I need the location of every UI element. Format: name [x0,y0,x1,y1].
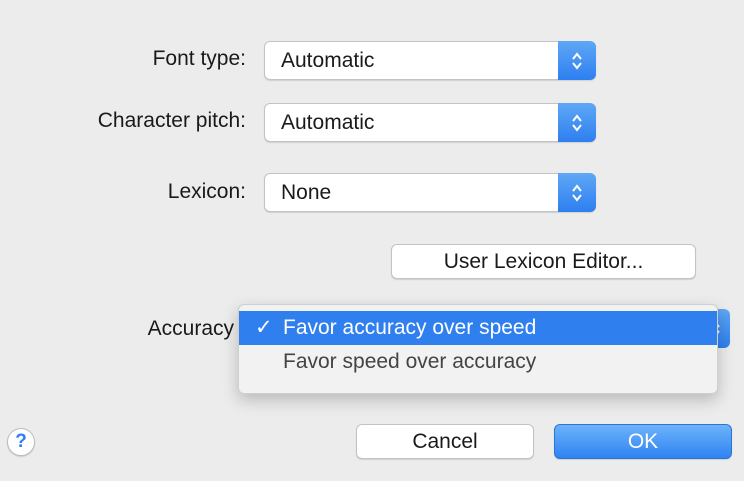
up-down-chevron-icon [558,41,596,80]
ok-button[interactable]: OK [554,424,732,459]
user-lexicon-editor-button[interactable]: User Lexicon Editor... [391,244,696,279]
font-type-popup[interactable]: Automatic [264,41,596,80]
checkmark-icon: ✓ [255,316,273,339]
menu-item-label: Favor speed over accuracy [283,350,537,373]
menu-item-label: Favor accuracy over speed [283,316,537,339]
ocr-options-dialog: Font type: Automatic Character pitch: Au… [0,0,744,481]
font-type-value: Automatic [281,49,375,72]
cancel-button[interactable]: Cancel [356,424,534,459]
character-pitch-value: Automatic [281,111,375,134]
character-pitch-popup[interactable]: Automatic [264,103,596,142]
up-down-chevron-icon [558,173,596,212]
lexicon-label: Lexicon: [167,180,246,203]
accuracy-label: Accuracy [147,317,234,340]
character-pitch-label: Character pitch: [97,109,246,132]
lexicon-value: None [281,181,332,204]
menu-item-favor-speed[interactable]: Favor speed over accuracy [239,345,717,379]
menu-item-favor-accuracy[interactable]: ✓ Favor accuracy over speed [239,311,717,345]
help-icon[interactable]: ? [7,428,35,456]
up-down-chevron-icon [558,103,596,142]
lexicon-popup[interactable]: None [264,173,596,212]
accuracy-dropdown-menu: ✓ Favor accuracy over speed Favor speed o… [238,304,718,394]
font-type-label: Font type: [152,47,246,70]
